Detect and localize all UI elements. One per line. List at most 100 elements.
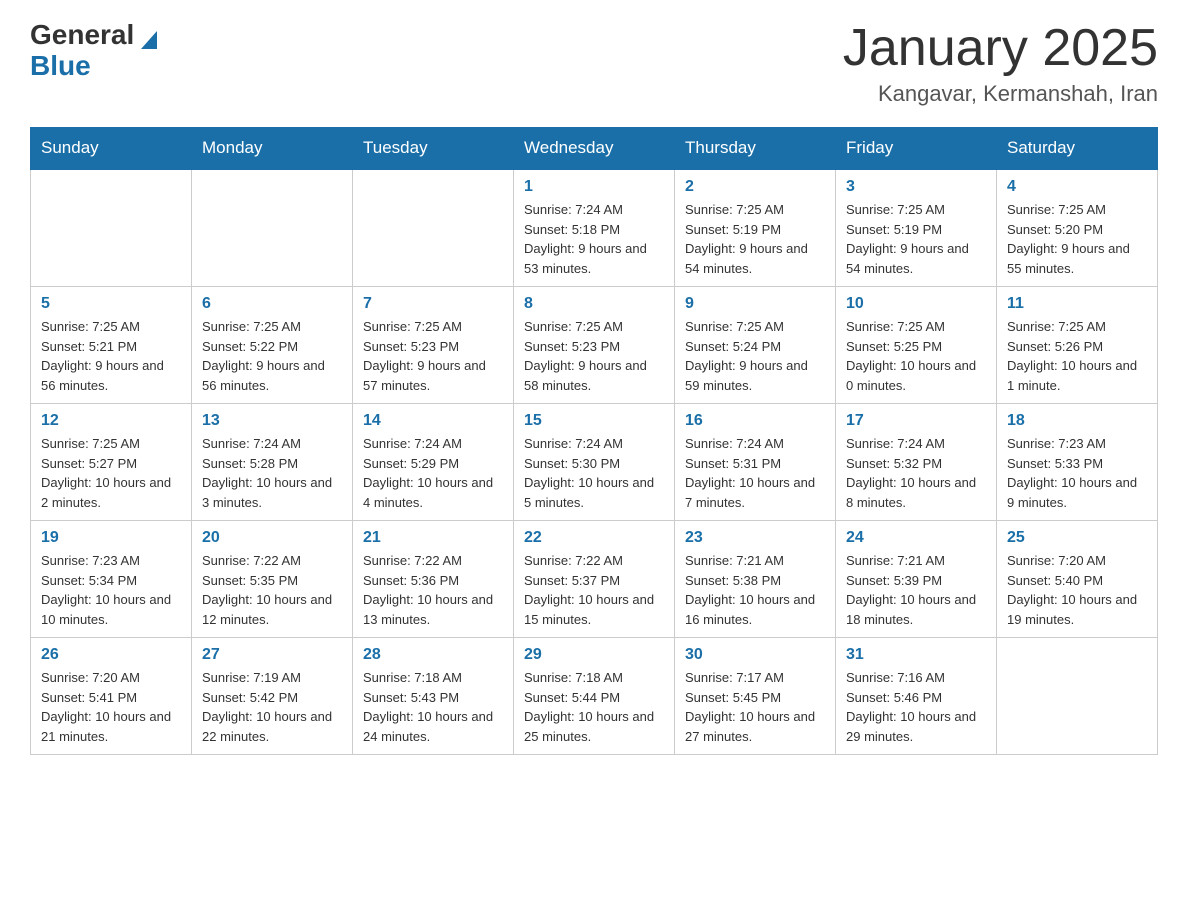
calendar-cell: 1Sunrise: 7:24 AMSunset: 5:18 PMDaylight…: [514, 169, 675, 287]
calendar-week-row: 26Sunrise: 7:20 AMSunset: 5:41 PMDayligh…: [31, 638, 1158, 755]
calendar-cell: 8 Sunrise: 7:25 AMSunset: 5:23 PMDaylight…: [514, 287, 675, 404]
calendar-week-row: 12 Sunrise: 7:25 AMSunset: 5:27 PMDayligh…: [31, 404, 1158, 521]
calendar-cell: 12 Sunrise: 7:25 AMSunset: 5:27 PMDayligh…: [31, 404, 192, 521]
day-info: Sunrise: 7:22 AMSunset: 5:35 PMDaylight:…: [202, 551, 342, 629]
title-block: January 2025 Kangavar, Kermanshah, Iran: [843, 20, 1158, 107]
day-number: 17: [846, 412, 986, 430]
day-number: 30: [685, 646, 825, 664]
calendar-header-monday: Monday: [192, 128, 353, 170]
day-number: 13: [202, 412, 342, 430]
day-info: Sunrise: 7:21 AMSunset: 5:39 PMDaylight:…: [846, 551, 986, 629]
day-number: 29: [524, 646, 664, 664]
calendar-cell: 4Sunrise: 7:25 AMSunset: 5:20 PMDaylight…: [997, 169, 1158, 287]
calendar-week-row: 19 Sunrise: 7:23 AMSunset: 5:34 PMDayligh…: [31, 521, 1158, 638]
calendar-cell: 15Sunrise: 7:24 AMSunset: 5:30 PMDayligh…: [514, 404, 675, 521]
logo-general-text: General: [30, 19, 134, 50]
calendar-cell: 3 Sunrise: 7:25 AMSunset: 5:19 PMDaylight…: [836, 169, 997, 287]
day-info: Sunrise: 7:23 AMSunset: 5:34 PMDaylight:…: [41, 551, 181, 629]
day-info: Sunrise: 7:21 AMSunset: 5:38 PMDaylight:…: [685, 551, 825, 629]
day-number: 22: [524, 529, 664, 547]
day-number: 26: [41, 646, 181, 664]
calendar-cell: 22 Sunrise: 7:22 AMSunset: 5:37 PMDayligh…: [514, 521, 675, 638]
day-number: 7: [363, 295, 503, 313]
calendar-cell: 10 Sunrise: 7:25 AMSunset: 5:25 PMDayligh…: [836, 287, 997, 404]
day-number: 12: [41, 412, 181, 430]
calendar-cell: 28 Sunrise: 7:18 AMSunset: 5:43 PMDayligh…: [353, 638, 514, 755]
day-number: 8: [524, 295, 664, 313]
day-number: 23: [685, 529, 825, 547]
calendar-cell: 19 Sunrise: 7:23 AMSunset: 5:34 PMDayligh…: [31, 521, 192, 638]
day-number: 16: [685, 412, 825, 430]
location-title: Kangavar, Kermanshah, Iran: [843, 81, 1158, 107]
calendar-week-row: 1Sunrise: 7:24 AMSunset: 5:18 PMDaylight…: [31, 169, 1158, 287]
day-info: Sunrise: 7:25 AMSunset: 5:25 PMDaylight:…: [846, 317, 986, 395]
day-number: 18: [1007, 412, 1147, 430]
day-number: 21: [363, 529, 503, 547]
day-number: 19: [41, 529, 181, 547]
calendar-cell: [192, 169, 353, 287]
day-number: 28: [363, 646, 503, 664]
logo-blue-text: Blue: [30, 50, 91, 81]
calendar-cell: 17 Sunrise: 7:24 AMSunset: 5:32 PMDayligh…: [836, 404, 997, 521]
month-title: January 2025: [843, 20, 1158, 77]
day-info: Sunrise: 7:25 AMSunset: 5:26 PMDaylight:…: [1007, 317, 1147, 395]
logo: General Blue: [30, 20, 157, 82]
day-info: Sunrise: 7:25 AMSunset: 5:27 PMDaylight:…: [41, 434, 181, 512]
day-number: 1: [524, 178, 664, 196]
day-info: Sunrise: 7:17 AMSunset: 5:45 PMDaylight:…: [685, 668, 825, 746]
calendar-header-row: SundayMondayTuesdayWednesdayThursdayFrid…: [31, 128, 1158, 170]
calendar-header-wednesday: Wednesday: [514, 128, 675, 170]
calendar-cell: 26Sunrise: 7:20 AMSunset: 5:41 PMDayligh…: [31, 638, 192, 755]
day-info: Sunrise: 7:24 AMSunset: 5:31 PMDaylight:…: [685, 434, 825, 512]
calendar-cell: 5 Sunrise: 7:25 AMSunset: 5:21 PMDaylight…: [31, 287, 192, 404]
day-info: Sunrise: 7:19 AMSunset: 5:42 PMDaylight:…: [202, 668, 342, 746]
day-number: 2: [685, 178, 825, 196]
calendar-header-sunday: Sunday: [31, 128, 192, 170]
day-number: 5: [41, 295, 181, 313]
day-number: 31: [846, 646, 986, 664]
calendar-cell: 30 Sunrise: 7:17 AMSunset: 5:45 PMDayligh…: [675, 638, 836, 755]
calendar-header-thursday: Thursday: [675, 128, 836, 170]
day-info: Sunrise: 7:24 AMSunset: 5:32 PMDaylight:…: [846, 434, 986, 512]
calendar-cell: 25Sunrise: 7:20 AMSunset: 5:40 PMDayligh…: [997, 521, 1158, 638]
calendar-header-tuesday: Tuesday: [353, 128, 514, 170]
day-info: Sunrise: 7:23 AMSunset: 5:33 PMDaylight:…: [1007, 434, 1147, 512]
day-number: 20: [202, 529, 342, 547]
calendar-cell: 16 Sunrise: 7:24 AMSunset: 5:31 PMDayligh…: [675, 404, 836, 521]
calendar-cell: 18 Sunrise: 7:23 AMSunset: 5:33 PMDayligh…: [997, 404, 1158, 521]
day-info: Sunrise: 7:25 AMSunset: 5:19 PMDaylight:…: [846, 200, 986, 278]
day-info: Sunrise: 7:20 AMSunset: 5:40 PMDaylight:…: [1007, 551, 1147, 629]
logo-triangle-icon: [141, 31, 157, 49]
day-info: Sunrise: 7:25 AMSunset: 5:19 PMDaylight:…: [685, 200, 825, 278]
calendar-header-friday: Friday: [836, 128, 997, 170]
day-info: Sunrise: 7:18 AMSunset: 5:43 PMDaylight:…: [363, 668, 503, 746]
calendar-cell: 31 Sunrise: 7:16 AMSunset: 5:46 PMDayligh…: [836, 638, 997, 755]
day-info: Sunrise: 7:25 AMSunset: 5:24 PMDaylight:…: [685, 317, 825, 395]
calendar-cell: 6Sunrise: 7:25 AMSunset: 5:22 PMDaylight…: [192, 287, 353, 404]
calendar-cell: [353, 169, 514, 287]
calendar-cell: [31, 169, 192, 287]
calendar-cell: 2 Sunrise: 7:25 AMSunset: 5:19 PMDaylight…: [675, 169, 836, 287]
day-number: 27: [202, 646, 342, 664]
day-info: Sunrise: 7:18 AMSunset: 5:44 PMDaylight:…: [524, 668, 664, 746]
calendar-table: SundayMondayTuesdayWednesdayThursdayFrid…: [30, 127, 1158, 755]
day-number: 10: [846, 295, 986, 313]
page-header: General Blue January 2025 Kangavar, Kerm…: [30, 20, 1158, 107]
calendar-cell: 20 Sunrise: 7:22 AMSunset: 5:35 PMDayligh…: [192, 521, 353, 638]
day-info: Sunrise: 7:25 AMSunset: 5:23 PMDaylight:…: [524, 317, 664, 395]
day-number: 11: [1007, 295, 1147, 313]
calendar-cell: [997, 638, 1158, 755]
day-info: Sunrise: 7:16 AMSunset: 5:46 PMDaylight:…: [846, 668, 986, 746]
calendar-week-row: 5 Sunrise: 7:25 AMSunset: 5:21 PMDaylight…: [31, 287, 1158, 404]
day-number: 15: [524, 412, 664, 430]
day-info: Sunrise: 7:25 AMSunset: 5:21 PMDaylight:…: [41, 317, 181, 395]
calendar-cell: 11 Sunrise: 7:25 AMSunset: 5:26 PMDayligh…: [997, 287, 1158, 404]
day-info: Sunrise: 7:22 AMSunset: 5:37 PMDaylight:…: [524, 551, 664, 629]
day-info: Sunrise: 7:25 AMSunset: 5:22 PMDaylight:…: [202, 317, 342, 395]
calendar-cell: 23 Sunrise: 7:21 AMSunset: 5:38 PMDayligh…: [675, 521, 836, 638]
day-number: 3: [846, 178, 986, 196]
day-info: Sunrise: 7:24 AMSunset: 5:28 PMDaylight:…: [202, 434, 342, 512]
day-number: 9: [685, 295, 825, 313]
day-info: Sunrise: 7:22 AMSunset: 5:36 PMDaylight:…: [363, 551, 503, 629]
day-info: Sunrise: 7:24 AMSunset: 5:29 PMDaylight:…: [363, 434, 503, 512]
